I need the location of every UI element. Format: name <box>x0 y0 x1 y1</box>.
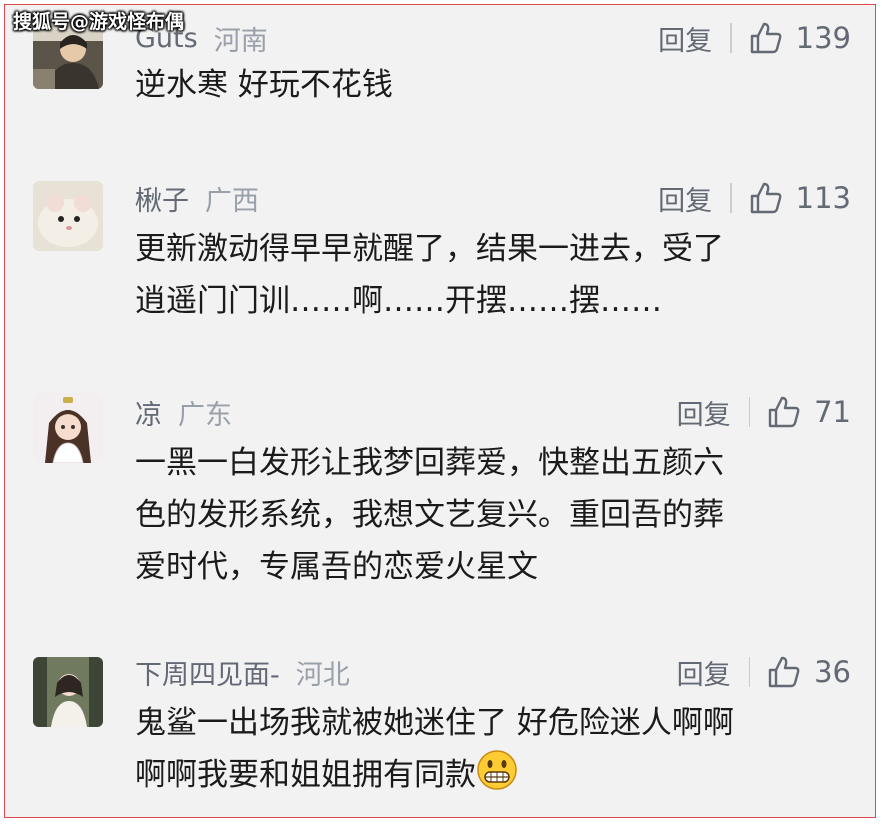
comment-text: 一黑一白发形让我梦回葬爱，快整出五颜六 色的发形系统，我想文艺复兴。重回吾的葬 … <box>135 445 724 585</box>
divider <box>730 23 732 53</box>
comment-actions: 回复 71 <box>677 392 851 432</box>
avatar[interactable] <box>33 181 103 251</box>
comment-text: 鬼鲨一出场我就被她迷住了 好危险迷人啊啊 啊啊我要和姐姐拥有同款 <box>135 705 734 793</box>
comment-actions: 回复 139 <box>658 18 851 58</box>
comment-actions: 回复 113 <box>658 178 851 218</box>
like-button[interactable]: 71 <box>766 394 851 430</box>
reply-button[interactable]: 回复 <box>677 393 731 432</box>
comment-actions: 回复 36 <box>677 652 851 692</box>
watermark: 搜狐号@游戏怪布偶 <box>13 11 185 33</box>
username[interactable]: 楸子 <box>135 179 189 218</box>
comment-text-wrapper: 鬼鲨一出场我就被她迷住了 好危险迷人啊啊 啊啊我要和姐姐拥有同款 <box>135 697 851 801</box>
like-count: 113 <box>795 181 851 215</box>
region-label: 广东 <box>178 399 232 431</box>
reply-button[interactable]: 回复 <box>658 179 712 218</box>
comment-header: 楸子 广西 回复 113 <box>135 178 851 218</box>
like-button[interactable]: 139 <box>748 20 851 56</box>
avatar-image-icon <box>33 181 103 251</box>
like-button[interactable]: 113 <box>748 180 851 216</box>
like-count: 139 <box>795 21 851 55</box>
divider <box>748 397 751 427</box>
region-label: 河北 <box>295 659 350 691</box>
like-button[interactable]: 36 <box>766 654 851 690</box>
thumbs-up-icon <box>768 396 800 428</box>
comment-header: 凉 广东 回复 71 <box>135 392 851 432</box>
divider <box>748 657 751 687</box>
username[interactable]: 下周四见面- <box>135 653 280 692</box>
comment-header: 下周四见面- 河北 回复 36 <box>135 652 851 692</box>
grinning-face-emoji-icon <box>476 749 518 791</box>
divider <box>730 183 732 213</box>
thumbs-up-icon <box>750 182 782 214</box>
like-count: 36 <box>814 655 851 689</box>
avatar[interactable] <box>33 393 103 463</box>
region-label: 广西 <box>205 185 259 217</box>
comment-header: Guts 河南 回复 139 <box>135 18 851 58</box>
region-label: 河南 <box>213 25 268 57</box>
thumbs-up-icon <box>768 656 800 688</box>
avatar-image-icon <box>33 393 103 463</box>
reply-button[interactable]: 回复 <box>658 19 712 58</box>
comment-text: 更新激动得早早就醒了，结果一进去，受了 逍遥门门训……啊……开摆……摆…… <box>135 231 724 319</box>
avatar[interactable] <box>33 657 103 727</box>
username[interactable]: 凉 <box>135 393 162 432</box>
reply-button[interactable]: 回复 <box>677 653 731 692</box>
comment-panel: 搜狐号@游戏怪布偶 Guts 河南 回复 139 逆水寒 好玩不花钱 楸子 广西… <box>4 4 876 818</box>
like-count: 71 <box>814 395 851 429</box>
thumbs-up-icon <box>750 22 782 54</box>
comment-text: 逆水寒 好玩不花钱 <box>135 67 393 103</box>
avatar-image-icon <box>33 657 103 727</box>
